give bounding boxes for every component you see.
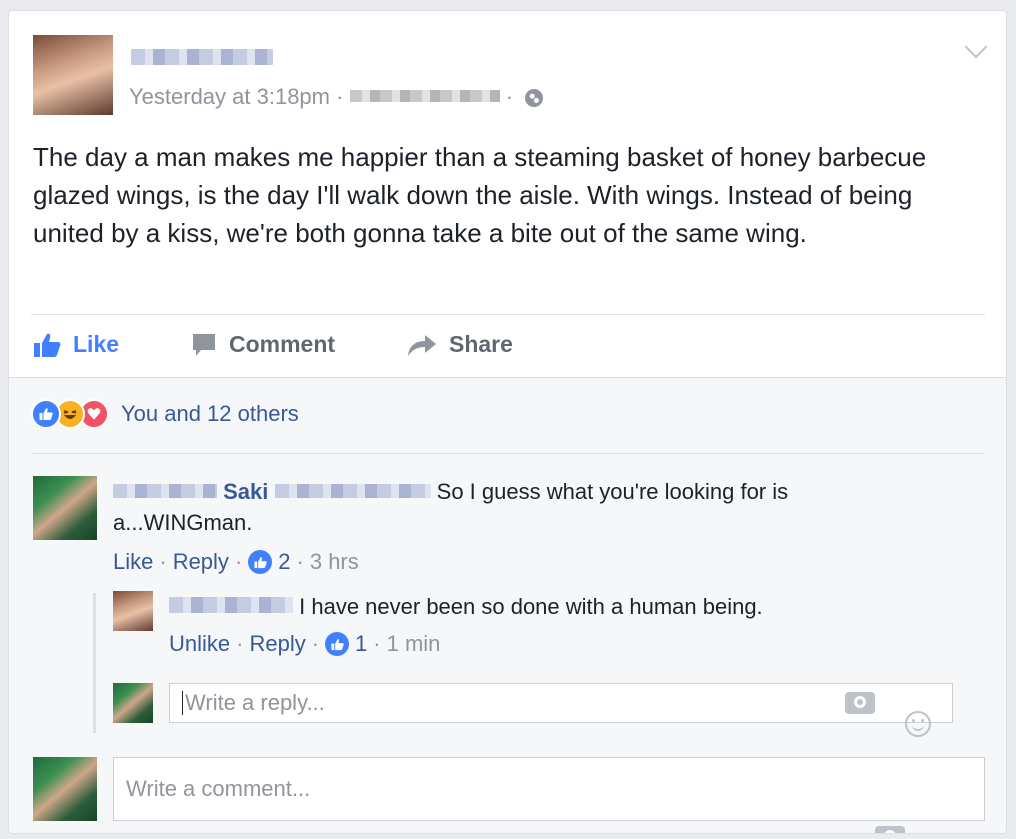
reply-like-count[interactable]: 1	[355, 631, 367, 657]
separator: ·	[234, 549, 243, 574]
share-label: Share	[449, 331, 513, 357]
reply-author-name-blurred[interactable]	[169, 597, 293, 613]
comment-like-count[interactable]: 2	[278, 549, 290, 575]
thumbs-up-icon	[34, 333, 61, 357]
comment-body: Saki So I guess what you're looking for …	[113, 476, 843, 538]
emoji-icon[interactable]	[905, 711, 931, 737]
author-avatar[interactable]	[33, 35, 113, 115]
share-button[interactable]: Share	[407, 331, 513, 358]
like-icon	[325, 632, 350, 656]
like-label: Like	[73, 331, 120, 357]
share-arrow-icon	[408, 334, 436, 356]
meta-separator: ·	[505, 84, 514, 109]
separator: ·	[236, 631, 244, 656]
post-timestamp[interactable]: Yesterday at 3:18pm	[129, 84, 330, 109]
like-icon	[31, 399, 61, 429]
comment-icon	[193, 333, 215, 356]
reply-time[interactable]: 1 min	[387, 631, 441, 657]
reply-thread-line	[93, 593, 96, 733]
separator: ·	[311, 631, 320, 656]
reply-placeholder: Write a reply...	[185, 690, 325, 715]
like-icon	[248, 550, 273, 574]
separator: ·	[296, 549, 304, 574]
post-meta: Yesterday at 3:18pm · ·	[129, 84, 544, 110]
reply-input[interactable]: Write a reply...	[169, 683, 953, 723]
reply-actions: Unlike · Reply · 1 · 1 min	[169, 631, 440, 657]
camera-icon[interactable]	[845, 692, 875, 714]
current-user-avatar	[113, 683, 153, 723]
comment-actions: Like · Reply · 2 · 3 hrs	[113, 549, 359, 575]
chevron-down-icon[interactable]	[964, 35, 988, 59]
text-caret	[182, 691, 183, 715]
meta-separator: ·	[336, 84, 344, 109]
comment-like-link[interactable]: Like	[113, 549, 153, 575]
like-button[interactable]: Like	[33, 331, 119, 358]
comment-placeholder: Write a comment...	[126, 776, 311, 801]
reactions-summary[interactable]: You and 12 others	[121, 401, 299, 427]
reply-text: I have never been so done with a human b…	[299, 594, 763, 619]
separator: ·	[159, 549, 167, 574]
commenter-lastname-blurred[interactable]	[274, 484, 431, 498]
current-user-avatar	[33, 757, 97, 821]
reply-unlike-link[interactable]: Unlike	[169, 631, 230, 657]
divider	[31, 314, 985, 315]
author-name-blurred[interactable]	[131, 49, 273, 65]
divider	[31, 453, 985, 454]
comment-input[interactable]: Write a comment...	[113, 757, 985, 821]
comment-time[interactable]: 3 hrs	[310, 549, 359, 575]
commenter-firstname-blurred[interactable]	[113, 484, 217, 498]
separator: ·	[373, 631, 381, 656]
reply-author-avatar[interactable]	[113, 591, 153, 631]
camera-icon[interactable]	[875, 826, 905, 833]
globe-icon[interactable]	[525, 89, 544, 107]
comment-label: Comment	[229, 331, 336, 357]
post-text: The day a man makes me happier than a st…	[33, 142, 927, 248]
comment-reply-link[interactable]: Reply	[173, 549, 229, 575]
reactions-bar[interactable]: You and 12 others	[31, 399, 299, 429]
reply-reply-link[interactable]: Reply	[249, 631, 305, 657]
commenter-name[interactable]: Saki	[223, 479, 268, 504]
audience-blurred	[349, 90, 500, 102]
commenter-avatar[interactable]	[33, 476, 97, 540]
reply-body: I have never been so done with a human b…	[169, 591, 949, 622]
comment-button[interactable]: Comment	[191, 331, 335, 358]
post-card: Yesterday at 3:18pm · · The day a man ma…	[8, 10, 1007, 834]
